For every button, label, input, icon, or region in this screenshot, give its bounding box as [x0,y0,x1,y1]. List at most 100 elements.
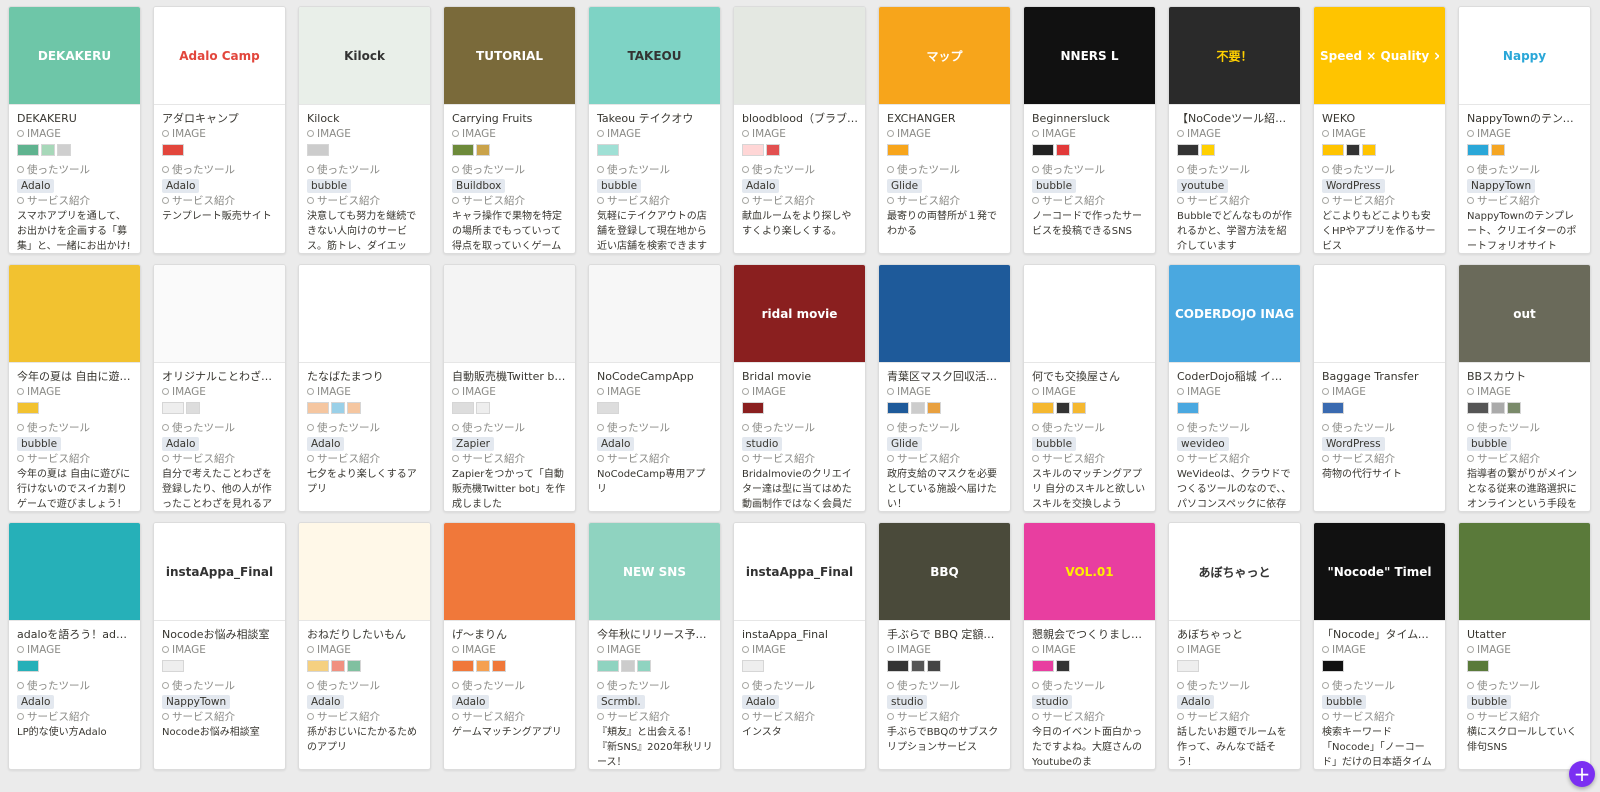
type-property-label: IMAGE [1177,643,1293,658]
gallery-card[interactable]: TAKEOU Takeou テイクオウ IMAGE 使ったツール bubble サービス紹… [588,6,721,254]
type-property-label: IMAGE [1467,643,1583,658]
gallery-card[interactable]: マップ EXCHANGER IMAGE 使ったツール Glide サービス紹介 最寄りの両替… [878,6,1011,254]
gallery-card[interactable]: VOL.01 懇親会でつくりましたべ… IMAGE 使ったツール studio サービス紹… [1023,522,1156,770]
service-label: サービス紹介 [1042,195,1105,207]
gallery-card[interactable]: DEKAKERU DEKAKERU IMAGE 使ったツール Adalo サービス紹介 スマ… [8,6,141,254]
property-icon [1322,682,1329,689]
image-thumbnail [1056,144,1070,156]
card-cover-image [1024,265,1155,363]
image-thumbnail [742,144,764,156]
property-icon [742,130,749,137]
image-thumbnails [307,660,423,674]
type-label: IMAGE [172,386,206,398]
cover-text: NEW SNS [623,564,686,579]
gallery-card[interactable]: Speed × Quality × Price WEKO IMAGE 使ったツール Wo… [1313,6,1446,254]
gallery-card[interactable]: 自動販売機Twitter b… IMAGE 使ったツール Zapier サービス紹介 Za… [443,264,576,512]
property-icon [162,130,169,137]
gallery-card[interactable]: げ～まりん IMAGE 使ったツール Adalo サービス紹介 ゲームマッチングアプリ [443,522,576,770]
service-property-label: サービス紹介 [1177,710,1293,725]
property-icon [17,388,24,395]
property-icon [742,166,749,173]
image-thumbnails [887,402,1003,416]
image-thumbnail [162,660,184,672]
service-description: 『頬友』と出会える！『新SNS』2020年秋リリース！ [597,727,713,768]
gallery-card[interactable]: instaAppa_Final Nocodeお悩み相談室 IMAGE 使ったツール Na… [153,522,286,770]
type-property-label: IMAGE [1467,127,1583,142]
gallery-card[interactable]: Utatter IMAGE 使ったツール bubble サービス紹介 横にスクロールしてい… [1458,522,1591,770]
add-page-button[interactable]: + [1569,761,1595,787]
gallery-card[interactable]: 青葉区マスク回収活… IMAGE 使ったツール Glide サービス紹介 政府支給のマスク… [878,264,1011,512]
property-icon [1467,424,1474,431]
image-thumbnail [1507,402,1521,414]
tool-tag: Buildbox [452,179,506,193]
gallery-card[interactable]: Adalo Camp アダロキャンプ IMAGE 使ったツール Adalo サービス紹介テ… [153,6,286,254]
gallery-card[interactable]: おねだりしたいもん IMAGE 使ったツール Adalo サービス紹介 孫がおじいにたかる… [298,522,431,770]
service-description: 献血ルームをより探しやすくより楽しくする。 [742,211,852,237]
property-icon [1032,682,1039,689]
gallery-card[interactable]: CODERDOJO INAGI CoderDojo稲城 イベ… IMAGE 使ったツー… [1168,264,1301,512]
image-thumbnail [911,402,925,414]
tools-property-label: 使ったツール [597,679,713,694]
cover-text: instaAppa_Final [165,564,274,579]
gallery-card[interactable]: NNERS L Beginnersluck IMAGE 使ったツール bubble サービ… [1023,6,1156,254]
service-label: サービス紹介 [27,195,90,207]
tools-property-label: 使ったツール [887,421,1003,436]
tools-property-label: 使ったツール [1322,679,1438,694]
gallery-card[interactable]: 今年の夏は 自由に遊… IMAGE 使ったツール bubble サービス紹介 今年の夏は … [8,264,141,512]
type-label: IMAGE [317,386,351,398]
gallery-card[interactable]: NEW SNS 今年秋にリリース予定… IMAGE 使ったツール Scrmbl. サービス… [588,522,721,770]
property-icon [1467,166,1474,173]
gallery-card[interactable]: あぼちゃっと あぼちゃっと IMAGE 使ったツール Adalo サービス紹介 話したいお題… [1168,522,1301,770]
card-cover-image [444,265,575,363]
tools-label: 使ったツール [752,422,815,434]
type-property-label: IMAGE [452,643,568,658]
type-property-label: IMAGE [1467,385,1583,400]
service-label: サービス紹介 [1332,453,1395,465]
type-label: IMAGE [27,644,61,656]
image-thumbnail [742,660,764,672]
cover-text: Nappy [1502,48,1547,63]
type-label: IMAGE [462,128,496,140]
card-cover-image: TUTORIAL [444,7,575,105]
gallery-card[interactable]: TUTORIAL Carrying Fruits IMAGE 使ったツール Buildb… [443,6,576,254]
tools-label: 使ったツール [462,422,525,434]
service-property-label: サービス紹介 [452,194,568,209]
card-title: BBスカウト [1467,370,1527,383]
property-icon [1322,197,1329,204]
service-property-label: サービス紹介 [452,710,568,725]
gallery-card[interactable]: オリジナルことわざ辞典 IMAGE 使ったツール Adalo サービス紹介 自分で考えたこ… [153,264,286,512]
tool-tag: Scrmbl. [597,695,645,709]
property-icon [1322,130,1329,137]
property-icon [17,424,24,431]
card-title: NoCodeCampApp [597,370,694,383]
gallery-card[interactable]: bloodblood（ブラブラ） IMAGE 使ったツール Adalo サービス紹介 献血… [733,6,866,254]
gallery-card[interactable]: ridal movie Bridal movie IMAGE 使ったツール studio… [733,264,866,512]
tool-tag: NappyTown [162,695,231,709]
tools-property-label: 使ったツール [742,421,858,436]
gallery-card[interactable]: out BBスカウト IMAGE 使ったツール bubble サービス紹介 指導者の繋がりが… [1458,264,1591,512]
gallery-card[interactable]: "Nocode" Timel 「Nocode」タイムライン IMAGE 使ったツール b… [1313,522,1446,770]
gallery-card[interactable]: adaloを語ろう！adal… IMAGE 使ったツール Adalo サービス紹介 LP的… [8,522,141,770]
card-title: Takeou テイクオウ [597,112,694,125]
card-title: Kilock [307,112,340,125]
image-thumbnails [452,402,568,416]
gallery-card[interactable]: 何でも交換屋さん IMAGE 使ったツール bubble サービス紹介 スキルのマッチング… [1023,264,1156,512]
gallery-card[interactable]: Kilock Kilock IMAGE 使ったツール bubble サービス紹介 決意しても… [298,6,431,254]
tool-tag: studio [887,695,928,709]
gallery-card[interactable]: たなばたまつり IMAGE 使ったツール Adalo サービス紹介 七夕をより楽しくするア… [298,264,431,512]
gallery-card[interactable]: BBQ 手ぶらで BBQ 定額サ… IMAGE 使ったツール studio サービス紹介手… [878,522,1011,770]
property-icon [162,646,169,653]
gallery-card[interactable]: Nappy NappyTownのテンプ… IMAGE 使ったツール NappyTown サ… [1458,6,1591,254]
gallery-card[interactable]: instaAppa_Final instaAppa_Final IMAGE 使ったツー… [733,522,866,770]
image-thumbnails [162,402,278,416]
gallery-card[interactable]: Baggage Transfer IMAGE 使ったツール WordPress サービス… [1313,264,1446,512]
property-icon [742,424,749,431]
image-thumbnail [452,660,474,672]
tool-tag: studio [742,437,783,451]
gallery-card[interactable]: 不要！ 【NoCodeツール紹介】… IMAGE 使ったツール youtube サービス紹… [1168,6,1301,254]
cover-text: Adalo Camp [179,48,260,63]
service-label: サービス紹介 [1042,711,1105,723]
tools-label: 使ったツール [752,164,815,176]
gallery-card[interactable]: NoCodeCampApp IMAGE 使ったツール Adalo サービス紹介 NoCod… [588,264,721,512]
property-icon [887,682,894,689]
